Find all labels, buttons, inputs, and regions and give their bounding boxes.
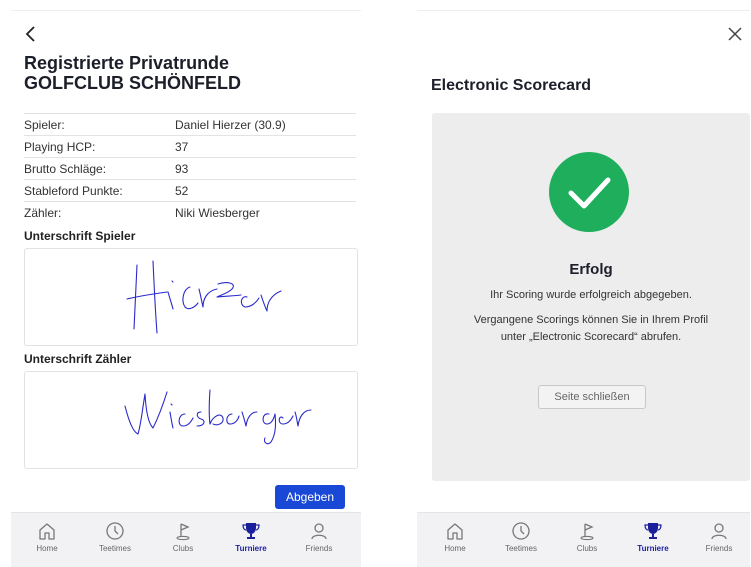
nav-clubs-label: Clubs [576,544,598,553]
close-page-button[interactable]: Seite schließen [538,385,646,409]
profile-info-line2: unter „Electronic Scorecard“ abrufen. [500,331,682,343]
info-value: 52 [175,184,189,198]
signature-counter-label: Unterschrift Zähler [24,352,132,366]
nav-teetimes-label: Teetimes [98,544,131,553]
checkmark-circle-icon [549,152,629,232]
nav-clubs-label: Clubs [172,544,194,553]
top-divider [11,10,361,11]
info-value: 93 [175,162,189,176]
success-message: Ihr Scoring wurde erfolgreich abgegeben. [490,289,692,301]
nav-home[interactable]: Home [426,521,484,553]
bottom-navigation: Home Teetimes Clubs Turniere Friends [11,512,361,567]
nav-teetimes-label: Teetimes [504,544,537,553]
person-icon [711,523,727,540]
nav-home-label: Home [444,544,466,553]
golf-flag-icon [176,523,190,541]
success-card: Erfolg Ihr Scoring wurde erfolgreich abg… [432,113,750,481]
nav-teetimes[interactable]: Teetimes [86,521,144,553]
info-label: Zähler: [24,206,62,220]
nav-home-label: Home [36,544,58,553]
info-row-gross-strokes: Brutto Schläge: 93 [24,158,356,180]
info-value: Daniel Hierzer (30.9) [175,118,286,132]
close-button[interactable] [728,24,742,47]
top-divider [417,10,750,11]
round-info-table: Spieler: Daniel Hierzer (30.9) Playing H… [24,113,356,223]
nav-friends-label: Friends [305,544,333,553]
scorecard-success-screen: Electronic Scorecard Erfolg Ihr Scoring … [417,0,750,567]
signature-counter-pad[interactable] [24,371,358,469]
info-value: Niki Wiesberger [175,206,260,220]
private-round-screen: Registrierte Privatrunde GOLFCLUB SCHÖNF… [11,0,361,567]
clock-icon [512,522,530,540]
club-name: GOLFCLUB SCHÖNFELD [24,73,241,93]
person-icon [311,523,327,540]
info-value: 37 [175,140,189,154]
back-button[interactable] [25,24,37,46]
signature-counter-drawing [124,389,312,445]
home-icon [39,523,55,540]
trophy-icon [242,523,260,539]
profile-info-line1: Vergangene Scorings können Sie in Ihrem … [473,314,709,326]
info-label: Spieler: [24,118,65,132]
info-row-marker: Zähler: Niki Wiesberger [24,202,356,223]
home-icon [447,523,463,540]
close-icon [728,27,742,41]
bottom-navigation: Home Teetimes Clubs Turniere Friends [417,512,750,567]
page-title: Electronic Scorecard [431,77,592,94]
clock-icon [106,522,124,540]
chevron-left-icon [25,26,35,42]
nav-clubs[interactable]: Clubs [558,521,616,553]
signature-player-pad[interactable] [24,248,358,346]
nav-home[interactable]: Home [18,521,76,553]
nav-turniere[interactable]: Turniere [624,521,682,553]
info-label: Brutto Schläge: [24,162,107,176]
submit-button[interactable]: Abgeben [275,485,345,509]
signature-player-drawing [126,260,282,334]
info-row-playing-hcp: Playing HCP: 37 [24,136,356,158]
info-row-stableford: Stableford Punkte: 52 [24,180,356,202]
success-title: Erfolg [569,261,613,278]
golf-flag-icon [580,523,594,541]
signature-player-label: Unterschrift Spieler [24,229,136,243]
info-label: Playing HCP: [24,140,96,154]
nav-turniere-label: Turniere [235,544,267,553]
nav-friends-label: Friends [705,544,733,553]
info-row-player: Spieler: Daniel Hierzer (30.9) [24,113,356,136]
info-label: Stableford Punkte: [24,184,123,198]
nav-teetimes[interactable]: Teetimes [492,521,550,553]
page-title: Registrierte Privatrunde [24,53,230,73]
nav-turniere[interactable]: Turniere [222,521,280,553]
nav-clubs[interactable]: Clubs [154,521,212,553]
nav-turniere-label: Turniere [637,544,669,553]
nav-friends[interactable]: Friends [690,521,748,553]
nav-friends[interactable]: Friends [290,521,348,553]
trophy-icon [644,523,662,539]
